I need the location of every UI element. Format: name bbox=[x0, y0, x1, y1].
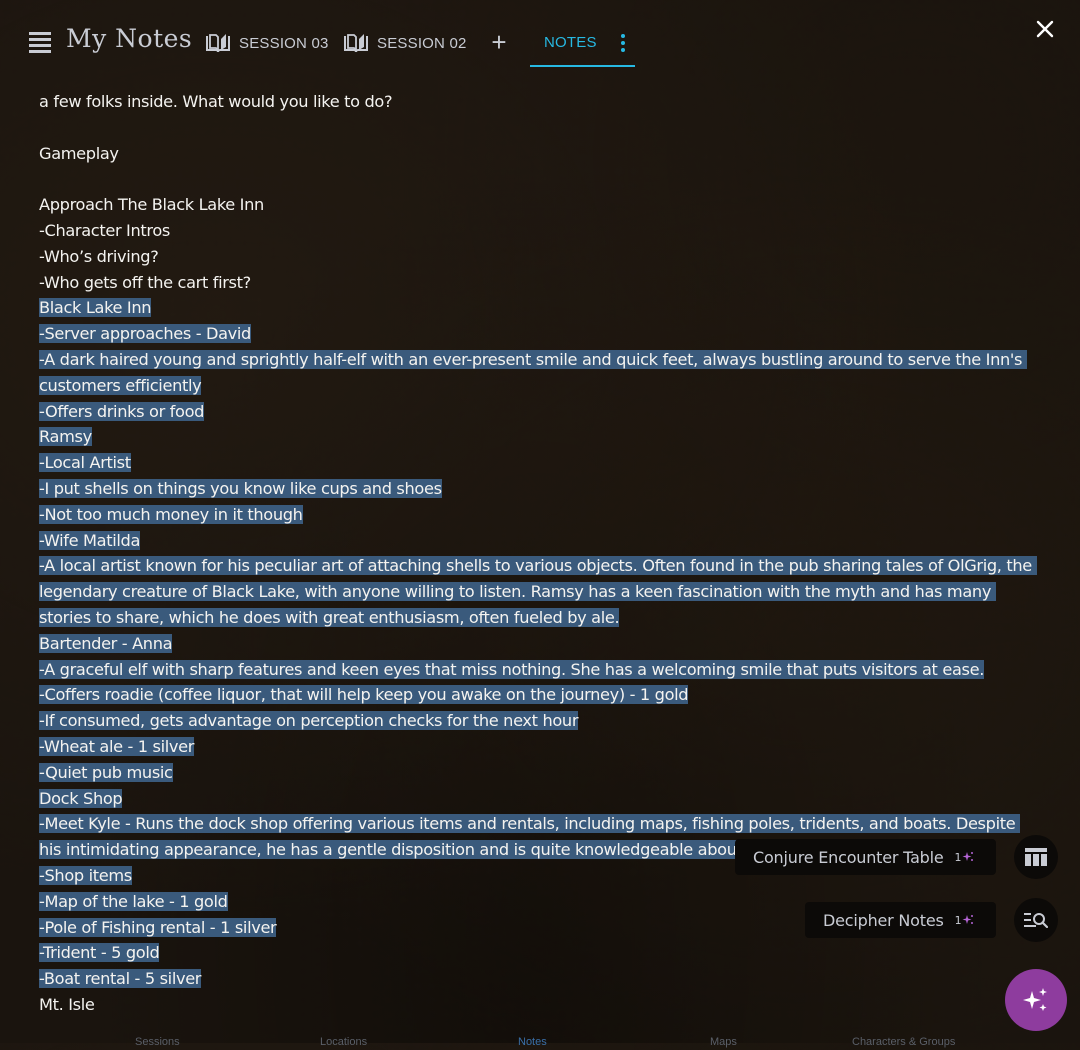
search-list-icon[interactable] bbox=[1014, 898, 1058, 942]
action-label: Decipher Notes bbox=[823, 910, 944, 930]
note-line-text: Black Lake Inn bbox=[39, 298, 152, 318]
nav-item-locations[interactable]: Locations bbox=[320, 1036, 367, 1048]
note-line-text: -Who gets off the cart first? bbox=[39, 272, 251, 292]
note-line-text: Dock Shop bbox=[39, 788, 123, 808]
note-line-text: Approach The Black Lake Inn bbox=[39, 195, 264, 215]
note-line-text: Mt. Isle bbox=[39, 994, 95, 1014]
tab-label: SESSION 03 bbox=[239, 34, 329, 52]
note-line: -Who gets off the cart first? bbox=[39, 270, 1039, 296]
note-line-text: -Pole of Fishing rental - 1 silver bbox=[39, 917, 277, 937]
nav-item-maps[interactable]: Maps bbox=[710, 1036, 737, 1048]
note-line: -Local Artist bbox=[39, 450, 1039, 476]
conjure-encounter-table-button[interactable]: Conjure Encounter Table 1 bbox=[735, 839, 996, 875]
note-line: -Not too much money in it though bbox=[39, 502, 1039, 528]
note-line: -Server approaches - David bbox=[39, 321, 1039, 347]
note-line-text: -Wife Matilda bbox=[39, 530, 141, 550]
note-line bbox=[39, 166, 1039, 192]
note-line-text: -Not too much money in it though bbox=[39, 504, 303, 524]
table-icon[interactable] bbox=[1014, 835, 1058, 879]
book-open-icon bbox=[206, 34, 230, 53]
note-line-text: -Trident - 5 gold bbox=[39, 943, 160, 963]
kebab-menu-icon[interactable] bbox=[620, 34, 625, 52]
action-label: Conjure Encounter Table bbox=[753, 847, 944, 867]
credit-cost: 1 bbox=[955, 914, 975, 927]
sparkle-credit-icon bbox=[962, 852, 974, 861]
credit-count: 1 bbox=[954, 850, 962, 864]
note-line: Mt. Isle bbox=[39, 992, 1039, 1018]
note-line-text: -Map of the lake - 1 gold bbox=[39, 891, 228, 911]
note-line-text: -Coffers roadie (coffee liquor, that wil… bbox=[39, 685, 689, 705]
note-line-text: -A local artist known for his peculiar a… bbox=[39, 556, 1037, 627]
note-line: -Trident - 5 gold bbox=[39, 940, 1039, 966]
sparkles-icon bbox=[1023, 988, 1047, 1011]
note-line-text: Ramsy bbox=[39, 427, 92, 447]
credit-cost: 1 bbox=[955, 851, 975, 864]
nav-item-characters-groups[interactable]: Characters & Groups bbox=[852, 1036, 955, 1048]
nav-item-sessions[interactable]: Sessions bbox=[135, 1036, 180, 1048]
hamburger-menu-icon[interactable] bbox=[29, 32, 51, 53]
note-line-text: Gameplay bbox=[39, 143, 119, 163]
note-line-text: -Boat rental - 5 silver bbox=[39, 969, 202, 989]
note-line: -Offers drinks or food bbox=[39, 399, 1039, 425]
note-line-text: -A graceful elf with sharp features and … bbox=[39, 659, 985, 679]
note-line-text: -Character Intros bbox=[39, 220, 170, 240]
note-line: Ramsy bbox=[39, 424, 1039, 450]
note-line-text: -Wheat ale - 1 silver bbox=[39, 736, 195, 756]
note-line: Bartender - Anna bbox=[39, 631, 1039, 657]
note-line-text: -Shop items bbox=[39, 865, 132, 885]
note-line: -Character Intros bbox=[39, 218, 1039, 244]
top-bar: My Notes SESSION 03 SESSION 02 + NOTES bbox=[0, 0, 1080, 80]
note-line: Approach The Black Lake Inn bbox=[39, 192, 1039, 218]
tab-session-03[interactable]: SESSION 03 bbox=[205, 29, 329, 57]
note-line: Dock Shop bbox=[39, 786, 1039, 812]
note-line: Gameplay bbox=[39, 141, 1039, 167]
sparkle-credit-icon bbox=[962, 915, 974, 924]
note-line bbox=[39, 115, 1039, 141]
note-line: -A local artist known for his peculiar a… bbox=[39, 553, 1039, 630]
note-line-text: -Quiet pub music bbox=[39, 762, 173, 782]
note-line-text: -Who’s driving? bbox=[39, 246, 159, 266]
tab-session-02[interactable]: SESSION 02 bbox=[343, 29, 467, 57]
close-icon[interactable] bbox=[1035, 19, 1055, 39]
note-line-text: -Server approaches - David bbox=[39, 324, 251, 344]
decipher-notes-button[interactable]: Decipher Notes 1 bbox=[805, 902, 996, 938]
tab-label: NOTES bbox=[544, 34, 597, 51]
note-line: -Quiet pub music bbox=[39, 760, 1039, 786]
add-tab-button[interactable]: + bbox=[488, 29, 510, 55]
book-open-icon bbox=[344, 34, 368, 53]
note-line-text: -A dark haired young and sprightly half-… bbox=[39, 349, 1027, 395]
notes-editor[interactable]: a few folks inside. What would you like … bbox=[39, 89, 1039, 1018]
note-line: -Who’s driving? bbox=[39, 244, 1039, 270]
note-line: -A graceful elf with sharp features and … bbox=[39, 657, 1039, 683]
nav-item-notes[interactable]: Notes bbox=[518, 1036, 547, 1048]
ai-assistant-fab[interactable] bbox=[1005, 969, 1067, 1031]
note-line: -A dark haired young and sprightly half-… bbox=[39, 347, 1039, 399]
note-line-text: Bartender - Anna bbox=[39, 633, 173, 653]
note-line: a few folks inside. What would you like … bbox=[39, 89, 1039, 115]
note-line: -Coffers roadie (coffee liquor, that wil… bbox=[39, 682, 1039, 708]
app-title: My Notes bbox=[66, 24, 193, 53]
note-line: Black Lake Inn bbox=[39, 295, 1039, 321]
note-line: -I put shells on things you know like cu… bbox=[39, 476, 1039, 502]
note-line: -Wheat ale - 1 silver bbox=[39, 734, 1039, 760]
note-line-text: -I put shells on things you know like cu… bbox=[39, 478, 442, 498]
bottom-navigation: Sessions Locations Notes Maps Characters… bbox=[0, 1036, 1080, 1050]
note-line: -Wife Matilda bbox=[39, 528, 1039, 554]
note-line-text: -Local Artist bbox=[39, 453, 131, 473]
tab-notes-active[interactable]: NOTES bbox=[530, 29, 635, 67]
credit-count: 1 bbox=[954, 913, 962, 927]
note-line: -If consumed, gets advantage on percepti… bbox=[39, 708, 1039, 734]
note-line-text: -If consumed, gets advantage on percepti… bbox=[39, 711, 579, 731]
note-line-text: -Offers drinks or food bbox=[39, 401, 205, 421]
tab-label: SESSION 02 bbox=[377, 34, 467, 52]
note-line-text: a few folks inside. What would you like … bbox=[39, 92, 393, 111]
note-line: -Boat rental - 5 silver bbox=[39, 966, 1039, 992]
